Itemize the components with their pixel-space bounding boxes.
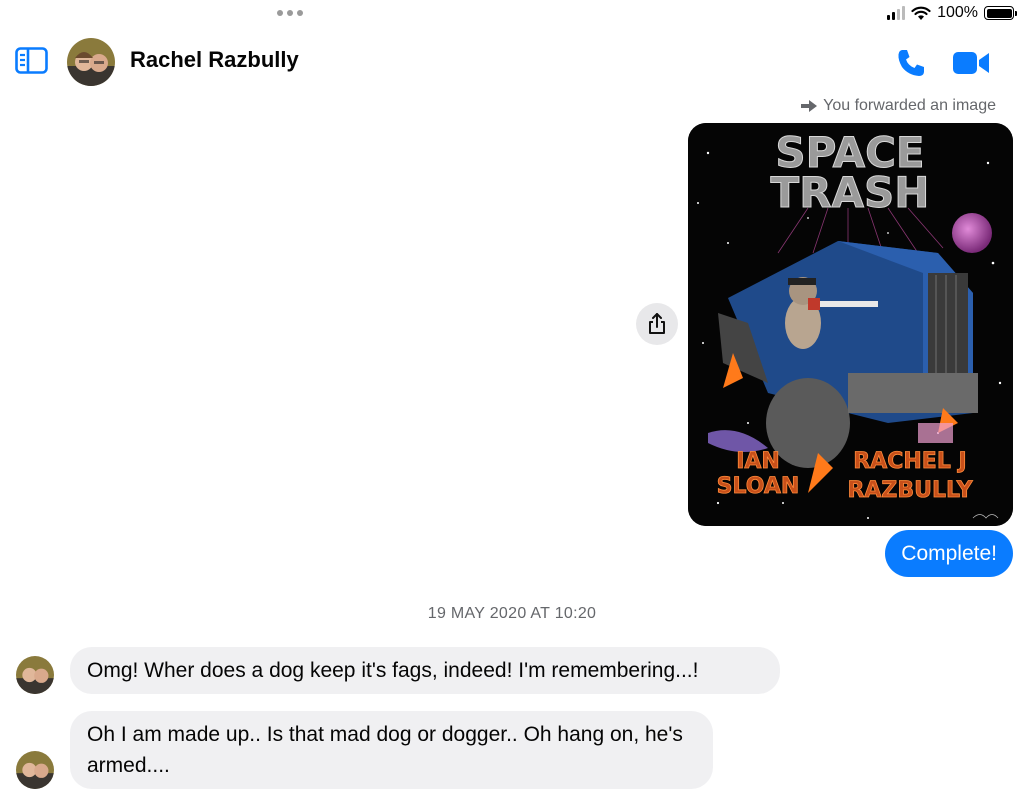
message-timestamp: 19 MAY 2020 AT 10:20 bbox=[427, 605, 597, 622]
poster-author2-line2: RAZBULLY bbox=[847, 478, 973, 503]
forward-note: You forwarded an image bbox=[801, 97, 996, 115]
sidebar-toggle-icon[interactable] bbox=[15, 47, 48, 74]
forward-note-text: You forwarded an image bbox=[823, 97, 996, 114]
share-button[interactable] bbox=[636, 303, 678, 345]
planet-illustration bbox=[952, 213, 992, 253]
sender-avatar[interactable] bbox=[16, 751, 54, 789]
poster-title-line2: TRASH bbox=[771, 168, 930, 217]
forwarded-image[interactable]: SPACE TRASH IAN SLOAN RACHEL J RAZBULLY bbox=[688, 123, 1013, 526]
wifi-icon bbox=[911, 6, 931, 20]
chat-header: Rachel Razbully bbox=[0, 30, 1024, 94]
battery-icon bbox=[984, 6, 1017, 20]
signal-icon bbox=[887, 6, 906, 20]
sender-avatar[interactable] bbox=[16, 656, 54, 694]
multitasking-dots-icon[interactable] bbox=[277, 10, 303, 16]
poster-author1-line1: IAN bbox=[736, 449, 780, 474]
video-call-icon[interactable] bbox=[952, 50, 990, 76]
poster-author1-line2: SLOAN bbox=[717, 474, 800, 499]
incoming-message[interactable]: Omg! Wher does a dog keep it's fags, ind… bbox=[70, 647, 780, 694]
status-bar: 100% bbox=[0, 0, 1024, 28]
status-indicators: 100% bbox=[887, 4, 1017, 22]
forward-arrow-icon bbox=[801, 100, 818, 112]
share-icon bbox=[649, 313, 665, 334]
incoming-message[interactable]: Oh I am made up.. Is that mad dog or dog… bbox=[70, 711, 713, 789]
phone-icon[interactable] bbox=[895, 47, 927, 79]
contact-name[interactable]: Rachel Razbully bbox=[130, 47, 299, 73]
contact-avatar[interactable] bbox=[67, 38, 115, 86]
poster-author2-line1: RACHEL J bbox=[853, 449, 966, 474]
outgoing-message[interactable]: Complete! bbox=[885, 530, 1013, 577]
battery-percent: 100% bbox=[937, 4, 978, 21]
